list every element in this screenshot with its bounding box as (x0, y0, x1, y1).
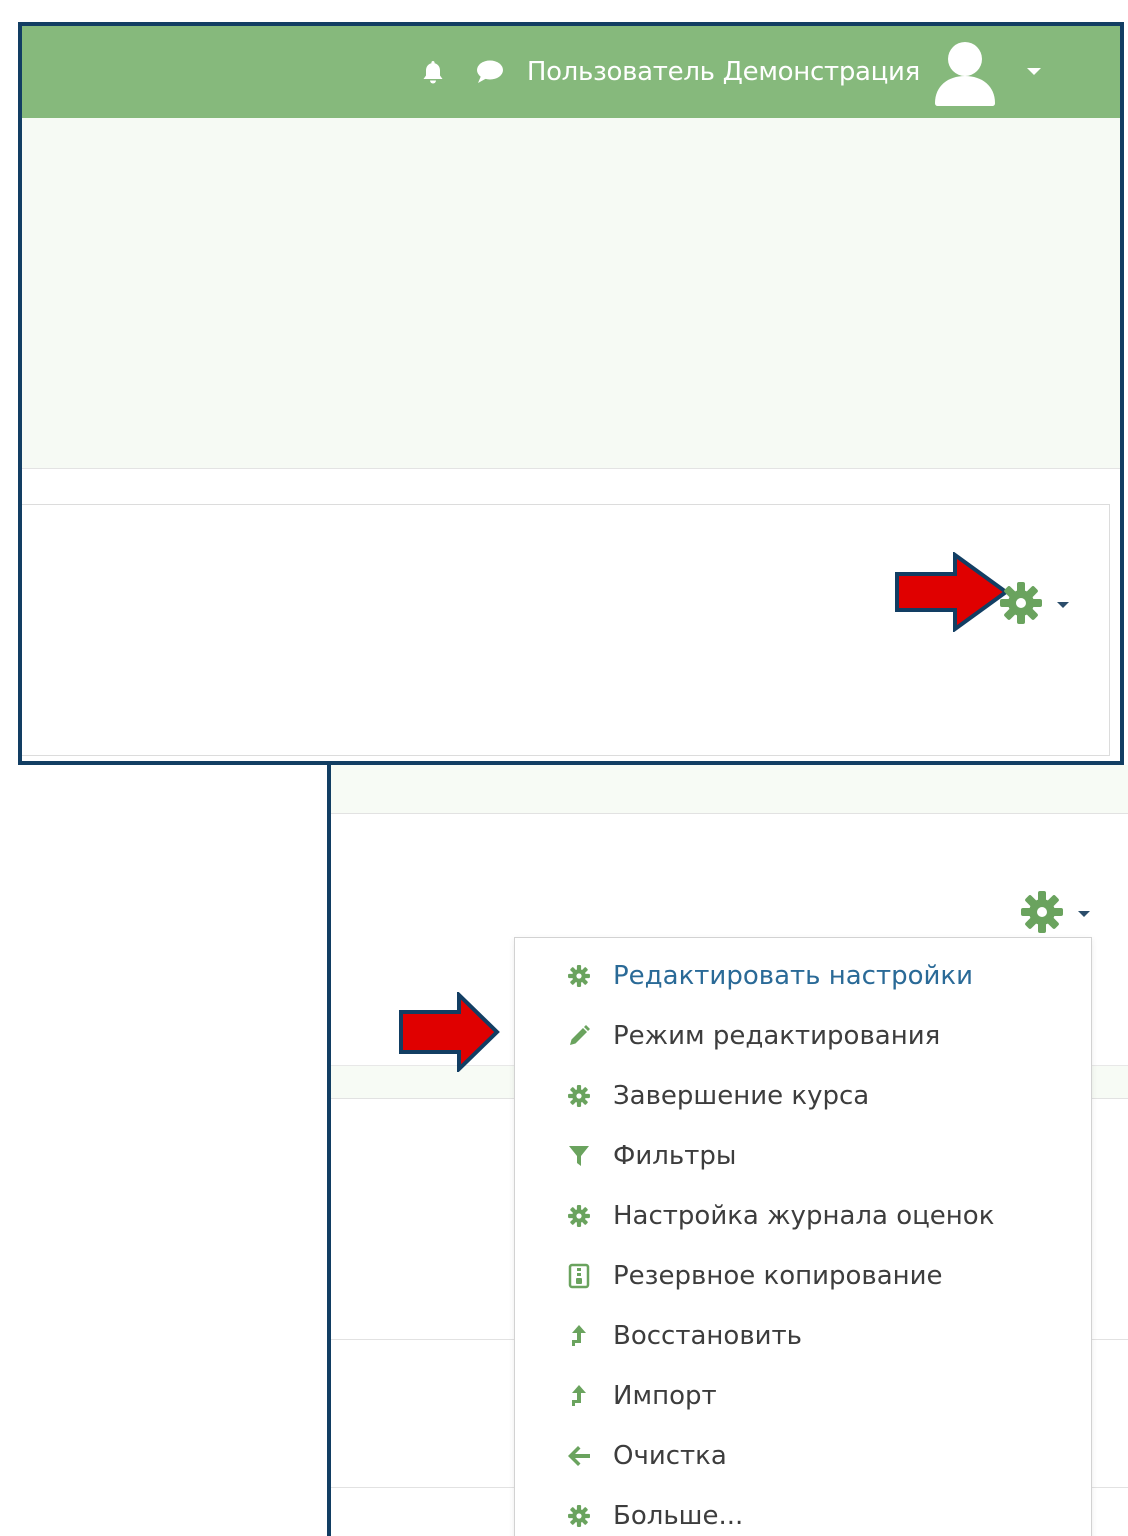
avatar-icon[interactable] (930, 37, 1000, 107)
bell-icon[interactable] (421, 59, 445, 85)
menu-item-more[interactable]: Больше... (515, 1486, 1091, 1536)
menu-item-course-completion[interactable]: Завершение курса (515, 1066, 1091, 1126)
menu-item-label: Восстановить (613, 1321, 803, 1351)
caret-down-icon[interactable] (1056, 601, 1070, 609)
caret-down-icon[interactable] (1077, 910, 1091, 918)
menu-item-filters[interactable]: Фильтры (515, 1126, 1091, 1186)
upload-icon (565, 1322, 593, 1350)
menu-item-label: Очистка (613, 1441, 727, 1471)
archive-icon (565, 1262, 593, 1290)
filter-icon (565, 1142, 593, 1170)
caret-down-icon[interactable] (1026, 67, 1042, 77)
gear-icon[interactable] (1019, 889, 1065, 939)
menu-item-label: Импорт (613, 1381, 717, 1411)
menu-item-label: Больше... (613, 1501, 744, 1531)
menu-item-gradebook-setup[interactable]: Настройка журнала оценок (515, 1186, 1091, 1246)
settings-menu-trigger[interactable] (998, 580, 1070, 630)
pencil-icon (565, 1022, 593, 1050)
gear-icon (565, 962, 593, 990)
frame-border (327, 765, 331, 1536)
annotation-arrow-icon (893, 551, 1011, 636)
top-navbar: Пользователь Демонстрация (22, 26, 1120, 118)
arrow-left-icon (565, 1442, 593, 1470)
menu-item-label: Завершение курса (613, 1081, 870, 1111)
section-divider (331, 765, 1128, 814)
screenshot-panel-top: Пользователь Демонстрация (18, 22, 1124, 765)
gear-icon (565, 1502, 593, 1530)
chat-icon[interactable] (475, 59, 505, 85)
settings-menu-trigger[interactable] (1019, 889, 1091, 939)
upload-icon (565, 1382, 593, 1410)
gear-icon[interactable] (998, 580, 1044, 630)
menu-item-label: Режим редактирования (613, 1021, 941, 1051)
menu-item-restore[interactable]: Восстановить (515, 1306, 1091, 1366)
menu-item-backup[interactable]: Резервное копирование (515, 1246, 1091, 1306)
menu-item-label: Фильтры (613, 1141, 737, 1171)
menu-item-label: Резервное копирование (613, 1261, 943, 1291)
annotation-arrow-icon (397, 990, 501, 1076)
page-header-area (22, 118, 1120, 469)
menu-item-import[interactable]: Импорт (515, 1366, 1091, 1426)
screenshot-panel-bottom: Редактировать настройки Режим редактиров… (327, 765, 1128, 1536)
settings-dropdown-menu: Редактировать настройки Режим редактиров… (514, 937, 1092, 1536)
navbar-user-area: Пользователь Демонстрация (421, 26, 1042, 118)
gear-icon (565, 1082, 593, 1110)
gear-icon (565, 1202, 593, 1230)
menu-item-editing-mode[interactable]: Режим редактирования (515, 1006, 1091, 1066)
user-name[interactable]: Пользователь Демонстрация (527, 57, 920, 87)
menu-item-label: Настройка журнала оценок (613, 1201, 995, 1231)
menu-item-edit-settings[interactable]: Редактировать настройки (515, 946, 1091, 1006)
menu-item-label: Редактировать настройки (613, 961, 974, 991)
menu-item-reset[interactable]: Очистка (515, 1426, 1091, 1486)
